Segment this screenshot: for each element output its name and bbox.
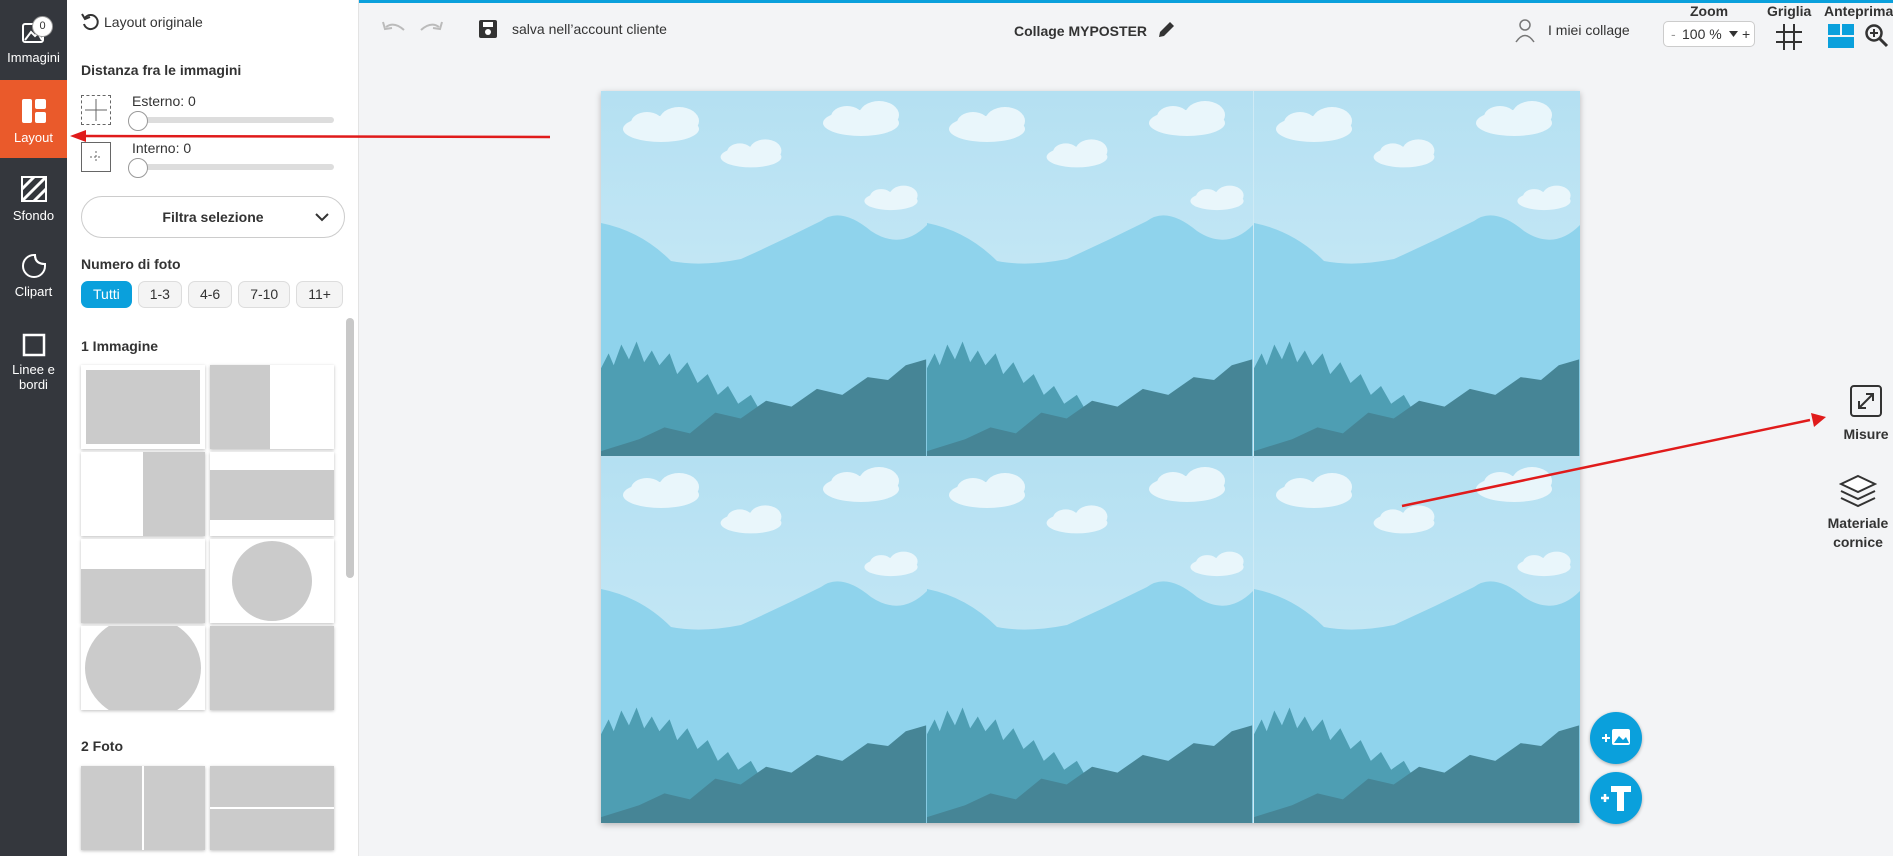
- reset-layout-label: Layout originale: [104, 14, 203, 30]
- rail-label-background: Sfondo: [12, 208, 55, 223]
- zoom-out-button[interactable]: -: [1671, 22, 1676, 46]
- outer-spacing-slider[interactable]: [128, 111, 334, 131]
- border-frame-icon: [22, 333, 45, 357]
- inner-spacing-slider-handle[interactable]: [128, 158, 148, 178]
- size-tool[interactable]: Misure: [1838, 384, 1893, 442]
- section-two-photos-title: 2 Foto: [81, 738, 123, 754]
- layout-thumbnail[interactable]: [210, 452, 334, 536]
- add-image-button[interactable]: [1590, 712, 1642, 764]
- frame-material-label-line2: cornice: [1833, 534, 1883, 550]
- photo-count-filters: Tutti 1-3 4-6 7-10 11+: [81, 281, 343, 308]
- frame-material-label-line1: Materiale: [1827, 515, 1889, 531]
- add-text-button[interactable]: [1590, 772, 1642, 824]
- layout-thumbnail[interactable]: [81, 452, 205, 536]
- layout-thumbnail[interactable]: [81, 365, 205, 449]
- add-image-icon: [1602, 729, 1630, 745]
- filter-selection-label: Filtra selezione: [162, 209, 264, 225]
- rail-item-layout[interactable]: Layout: [0, 80, 67, 158]
- resize-expand-icon: [1850, 385, 1882, 417]
- rail-label-clipart: Clipart: [14, 284, 53, 299]
- inner-spacing-label: Interno: 0: [132, 140, 192, 156]
- zoom-title: Zoom: [1690, 3, 1729, 19]
- layout-icon: [21, 99, 46, 123]
- zoom-dropdown-icon: [1729, 31, 1738, 37]
- undo-icon[interactable]: [380, 18, 408, 40]
- zoom-control: - 100 % +: [1663, 21, 1755, 47]
- inner-spacing-slider[interactable]: [128, 158, 334, 178]
- rail-label-layout: Layout: [13, 130, 54, 145]
- outer-spacing-slider-handle[interactable]: [128, 111, 148, 131]
- inner-spacing-icon: [81, 142, 111, 172]
- filter-pill-all[interactable]: Tutti: [81, 281, 132, 308]
- panel-scrollbar[interactable]: [346, 318, 354, 578]
- zoom-magnifier-icon[interactable]: [1864, 23, 1890, 49]
- rail-item-lines-borders[interactable]: Linee e bordi: [0, 330, 67, 400]
- rail-label-images: Immagini: [7, 50, 60, 65]
- size-tool-label: Misure: [1843, 426, 1889, 442]
- section-one-image-title: 1 Immagine: [81, 338, 159, 354]
- images-count-badge: 0: [32, 16, 53, 37]
- preview-layout-icon[interactable]: [1827, 23, 1855, 49]
- layers-icon: [1839, 474, 1877, 508]
- layout-panel: Layout originale Distanza fra le immagin…: [67, 0, 359, 856]
- undo-arrow-icon: [81, 13, 99, 31]
- save-to-account-label: salva nell’account cliente: [512, 21, 667, 37]
- zoom-in-button[interactable]: +: [1742, 22, 1750, 46]
- frame-material-tool[interactable]: Materiale cornice: [1820, 474, 1893, 552]
- filter-pill-7-10[interactable]: 7-10: [238, 281, 291, 308]
- filter-selection-dropdown[interactable]: Filtra selezione: [81, 196, 345, 238]
- preview-title: Anteprima: [1824, 3, 1893, 19]
- grid-title: Griglia: [1767, 3, 1812, 19]
- left-rail: 0 Immagini Layout Sfondo Clipart Linee e…: [0, 0, 67, 856]
- background-pattern-icon: [20, 175, 47, 203]
- sticker-icon: [21, 254, 46, 278]
- rail-item-images[interactable]: 0 Immagini: [0, 8, 67, 70]
- save-to-account-button[interactable]: salva nell’account cliente: [478, 19, 667, 39]
- redo-icon[interactable]: [417, 18, 445, 40]
- photo-count-title: Numero di foto: [81, 256, 181, 272]
- add-text-icon: [1601, 786, 1631, 811]
- filter-pill-1-3[interactable]: 1-3: [137, 281, 182, 308]
- layout-thumbnail[interactable]: [210, 539, 334, 623]
- inner-spacing-control: Interno: 0: [81, 140, 346, 182]
- zoom-value-select[interactable]: 100 %: [1682, 22, 1722, 46]
- collage-canvas[interactable]: [601, 91, 1580, 823]
- chevron-down-icon: [315, 213, 329, 222]
- layout-thumbnail[interactable]: [210, 766, 334, 850]
- collage-landscape-image[interactable]: [601, 91, 1580, 823]
- collage-title: Collage MYPOSTER: [1014, 23, 1148, 39]
- rail-item-background[interactable]: Sfondo: [0, 170, 67, 232]
- edit-title-pencil-icon[interactable]: [1156, 20, 1176, 40]
- outer-spacing-control: Esterno: 0: [81, 93, 346, 135]
- outer-spacing-icon: [81, 95, 111, 125]
- layout-thumbnail[interactable]: [81, 766, 205, 850]
- save-disk-icon: [479, 20, 497, 38]
- my-collages-label: I miei collage: [1548, 22, 1630, 38]
- grid-toggle-icon[interactable]: [1775, 23, 1803, 51]
- user-icon: [1515, 19, 1535, 43]
- rail-label-lines-borders: Linee e bordi: [12, 362, 55, 392]
- filter-pill-4-6[interactable]: 4-6: [187, 281, 233, 308]
- spacing-title: Distanza fra le immagini: [81, 62, 242, 78]
- outer-spacing-label: Esterno: 0: [132, 93, 196, 109]
- reset-layout-button[interactable]: Layout originale: [80, 12, 203, 32]
- layout-thumbnail[interactable]: [210, 626, 334, 710]
- layout-thumbnail[interactable]: [81, 626, 205, 710]
- filter-pill-11-plus[interactable]: 11+: [296, 281, 343, 308]
- layout-thumbnail[interactable]: [81, 539, 205, 623]
- my-collages-link[interactable]: I miei collage: [1514, 17, 1630, 43]
- rail-item-clipart[interactable]: Clipart: [0, 250, 67, 312]
- layout-thumbnail[interactable]: [210, 365, 334, 449]
